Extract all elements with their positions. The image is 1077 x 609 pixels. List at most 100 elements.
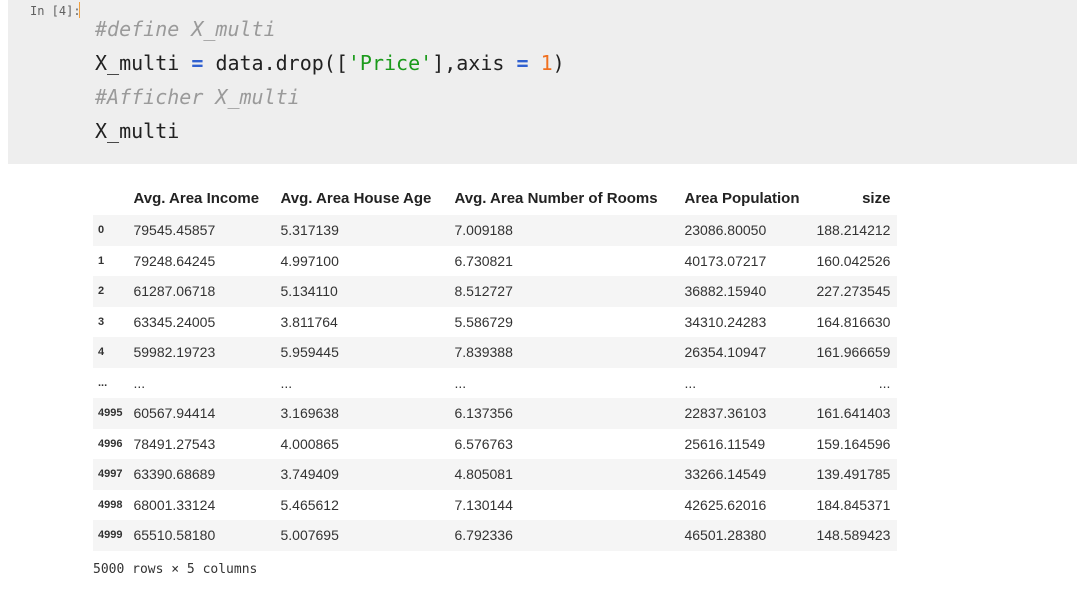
table-cell: 5.007695 [280,527,339,544]
table-cell: 5.317139 [280,222,339,239]
table-cell: 79248.64245 [133,252,216,269]
table-cell: 61287.06718 [133,283,216,300]
table-cell: 5.586729 [454,313,513,330]
table-cell: ... [684,374,697,391]
table-cell: 79545.45857 [133,222,216,239]
table-cell: 164.816630 [816,313,891,330]
table-row: 0 79545.45857 5.317139 7.009188 23086.80050 1… [93,215,898,246]
cell-prompt: In [4]: [30,4,81,18]
code-call: data.drop([ [215,51,348,75]
table-cell: 42625.62016 [684,496,767,513]
table-cell: 3.749409 [280,466,339,483]
table-cell: 227.273545 [816,283,891,300]
table-cell: 4.805081 [454,466,513,483]
code-operator: = [191,51,204,75]
row-index: 4998 [98,498,123,511]
table-row: 4997 63390.68689 3.749409 4.805081 33266.145… [93,459,898,490]
table-cell: ... [454,374,467,391]
table-row: 3 63345.24005 3.811764 5.586729 34310.24283 1… [93,306,898,337]
table-cell: 148.589423 [816,527,891,544]
table-cell: 5.465612 [280,496,339,513]
table-cell: 161.641403 [816,405,891,422]
row-index: 2 [98,285,105,298]
code-operator: = [516,51,529,75]
table-cell: 7.009188 [454,222,513,239]
table-cell: 188.214212 [816,222,891,239]
column-header: Avg. Area Number of Rooms [454,190,658,207]
table-cell: 5.134110 [280,283,338,300]
table-cell: 6.792336 [454,527,513,544]
code-string: 'Price' [347,51,433,75]
table-cell: 159.164596 [816,435,891,452]
table-cell: 3.169638 [280,405,339,422]
table-cell: 160.042526 [816,252,891,269]
table-cell: 4.997100 [280,252,339,269]
table-cell: 22837.36103 [684,405,767,422]
column-header: size [862,190,891,207]
row-index: 4999 [98,529,123,542]
table-cell: 36882.15940 [684,283,767,300]
column-header: Area Population [684,190,800,207]
row-index: ... [98,376,108,389]
table-cell: 60567.94414 [133,405,216,422]
table-row: 1 79248.64245 4.997100 6.730821 40173.07217 1… [93,245,898,276]
table-cell: 68001.33124 [133,496,216,513]
row-index: 0 [98,224,105,237]
table-cell: 46501.28380 [684,527,767,544]
code-comment: #Afficher X_multi [95,85,300,109]
table-cell: 65510.58180 [133,527,216,544]
row-index: 4995 [98,407,123,420]
row-index: 4996 [98,437,123,450]
code-editor[interactable]: #define X_multi X_multi = data.drop(['Pr… [95,12,565,148]
table-cell: 33266.14549 [684,466,767,483]
table-cell: 7.130144 [454,496,513,513]
column-header: Avg. Area Income [133,190,260,207]
column-header: Avg. Area House Age [280,190,432,207]
code-variable: X_multi [95,51,180,75]
table-cell: ... [280,374,293,391]
dataframe-table: Avg. Area Income Avg. Area House Age Avg. … [93,182,898,551]
table-cell: 8.512727 [454,283,513,300]
table-cell: 6.576763 [454,435,513,452]
table-cell: 4.000865 [280,435,339,452]
table-cell: 25616.11549 [684,435,766,452]
code-arg: ],axis [432,51,505,75]
table-row: 4996 78491.27543 4.000865 6.576763 25616.115… [93,428,898,459]
table-cell: 40173.07217 [684,252,767,269]
table-cell: 34310.24283 [684,313,767,330]
table-row: 4998 68001.33124 5.465612 7.130144 42625.620… [93,489,898,520]
table-row: 4995 60567.94414 3.169638 6.137356 22837.361… [93,398,898,429]
table-cell: 63390.68689 [133,466,216,483]
code-comment: #define X_multi [95,17,276,41]
cell-output: Avg. Area Income Avg. Area House Age Avg. … [93,182,898,551]
table-cell: 6.730821 [454,252,513,269]
table-cell: 26354.10947 [684,344,767,361]
table-cell: ... [133,374,146,391]
table-cell: 59982.19723 [133,344,216,361]
code-line-2: X_multi = data.drop(['Price'],axis = 1) [95,46,565,80]
code-paren: ) [552,51,565,75]
cell-cursor-bar [79,2,80,18]
index-header [93,182,126,215]
code-plain: X_multi [95,119,180,143]
table-cell: 184.845371 [816,496,891,513]
table-cell: 3.811764 [280,313,338,330]
row-index: 4997 [98,468,123,481]
table-cell: 161.966659 [816,344,891,361]
code-line-1: #define X_multi [95,12,565,46]
row-index: 3 [98,315,105,328]
code-number: 1 [540,51,553,75]
table-cell: 63345.24005 [133,313,216,330]
code-line-3: #Afficher X_multi [95,80,565,114]
table-cell: 139.491785 [816,466,891,483]
table-row: .................. [93,367,898,398]
table-cell: 23086.80050 [684,222,767,239]
table-header-row: Avg. Area Income Avg. Area House Age Avg. … [93,182,897,215]
table-row: 4 59982.19723 5.959445 7.839388 26354.10947 1… [93,337,898,368]
row-index: 1 [98,254,105,267]
table-cell: ... [878,374,891,391]
table-cell: 6.137356 [454,405,513,422]
dataframe-shape: 5000 rows × 5 columns [93,562,258,577]
table-cell: 7.839388 [454,344,513,361]
code-line-4: X_multi [95,114,565,148]
